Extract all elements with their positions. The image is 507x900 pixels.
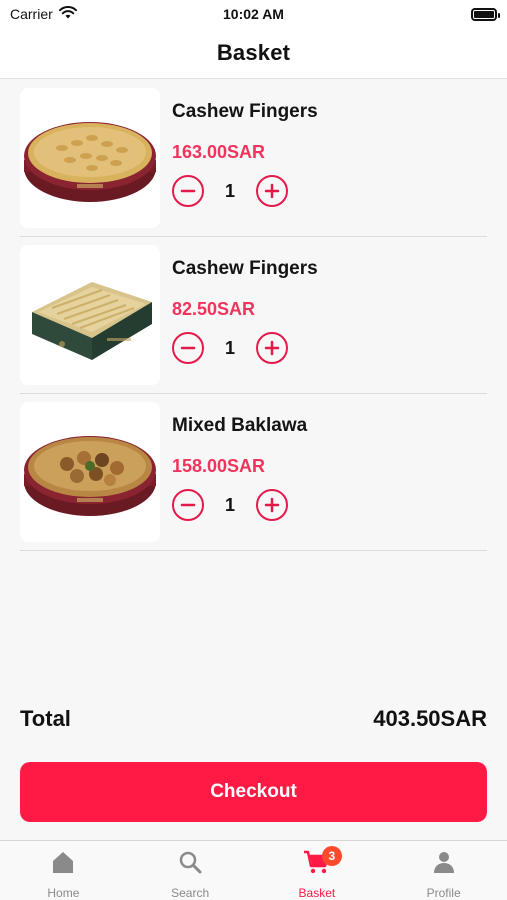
wifi-icon: [58, 6, 77, 22]
tab-profile[interactable]: Profile: [380, 841, 507, 900]
basket-item: Cashew Fingers 82.50SAR 1: [20, 237, 487, 394]
basket-list: Cashew Fingers 163.00SAR 1 Cashew Finger…: [20, 80, 487, 551]
total-label: Total: [20, 706, 71, 731]
item-info: Mixed Baklawa 158.00SAR 1: [172, 402, 307, 521]
tab-bar: Home Search 3 Basket Profile: [0, 840, 507, 900]
basket-item: Mixed Baklawa 158.00SAR 1: [20, 394, 487, 551]
nav-bar: Basket: [0, 28, 507, 79]
quantity-value: 1: [224, 337, 235, 358]
plus-icon: [264, 183, 280, 199]
item-price: 82.50SAR: [172, 299, 256, 319]
plus-icon: [264, 340, 280, 356]
tab-label: Search: [171, 886, 210, 900]
increase-quantity-button[interactable]: [256, 332, 288, 364]
page-title: Basket: [216, 40, 291, 65]
basket-item: Cashew Fingers 163.00SAR 1: [20, 80, 487, 237]
decrease-quantity-button[interactable]: [172, 489, 204, 521]
person-icon: [429, 847, 459, 876]
tab-home[interactable]: Home: [0, 841, 127, 900]
status-left: Carrier: [10, 6, 77, 22]
square-tin-cashew-image: [32, 282, 152, 360]
tab-label: Basket: [298, 886, 336, 900]
item-info: Cashew Fingers 82.50SAR 1: [172, 245, 318, 364]
round-tin-baklawa-image: [24, 436, 156, 516]
item-name: Cashew Fingers: [172, 101, 318, 122]
total-row: Total 403.50SAR: [20, 704, 487, 734]
item-price: 158.00SAR: [172, 456, 266, 476]
quantity-stepper: 1: [172, 175, 318, 207]
decrease-quantity-button[interactable]: [172, 175, 204, 207]
quantity-value: 1: [224, 494, 235, 515]
status-time: 10:02 AM: [223, 6, 284, 22]
quantity-value: 1: [224, 180, 235, 201]
product-image[interactable]: [20, 402, 160, 542]
increase-quantity-button[interactable]: [256, 489, 288, 521]
carrier-label: Carrier: [10, 6, 53, 22]
tab-label: Home: [47, 886, 80, 900]
tab-label: Profile: [426, 886, 461, 900]
home-icon: [48, 847, 78, 876]
item-name: Cashew Fingers: [172, 258, 318, 279]
product-image[interactable]: [20, 88, 160, 228]
checkout-button[interactable]: Checkout: [20, 762, 487, 822]
product-image[interactable]: [20, 245, 160, 385]
quantity-stepper: 1: [172, 489, 307, 521]
total-value: 403.50SAR: [373, 706, 487, 731]
cart-count-badge: 3: [321, 846, 342, 866]
status-bar: Carrier 10:02 AM: [0, 0, 507, 28]
item-price: 163.00SAR: [172, 142, 266, 162]
decrease-quantity-button[interactable]: [172, 332, 204, 364]
tab-basket[interactable]: 3 Basket: [254, 841, 381, 900]
item-info: Cashew Fingers 163.00SAR 1: [172, 88, 318, 207]
search-icon: [175, 847, 205, 876]
increase-quantity-button[interactable]: [256, 175, 288, 207]
minus-icon: [180, 189, 196, 193]
round-tin-cashew-image: [24, 122, 156, 202]
minus-icon: [180, 346, 196, 350]
tab-search[interactable]: Search: [127, 841, 254, 900]
plus-icon: [264, 497, 280, 513]
minus-icon: [180, 503, 196, 507]
item-name: Mixed Baklawa: [172, 415, 308, 436]
quantity-stepper: 1: [172, 332, 318, 364]
battery-icon: [471, 7, 500, 21]
